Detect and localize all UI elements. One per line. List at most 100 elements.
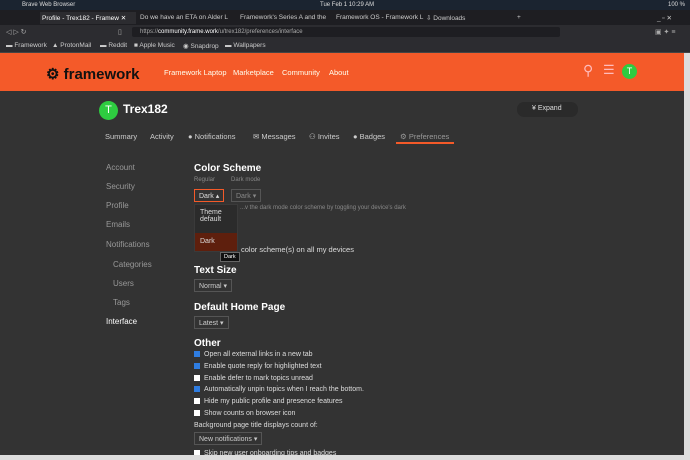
checkbox-icon[interactable] [194,375,200,381]
sidebar-item-interface[interactable]: Interface [106,317,137,326]
tooltip: Dark [220,252,240,262]
select-value: Dark [236,193,251,200]
clock[interactable]: Tue Feb 1 10:29 AM [320,2,374,8]
browser-tab[interactable]: Framework's Series A and the [238,12,328,24]
option-dark[interactable]: Dark [195,233,237,251]
nav-about[interactable]: About [329,68,349,77]
username: Trex182 [123,102,168,116]
tab-label: Messages [261,132,296,141]
url-path: /u/trex182/preferences/interface [217,29,303,35]
bg-title-select[interactable]: New notifications ▾ [194,432,263,445]
dark-mode-label: Dark mode [231,177,261,183]
sidebar-item-account[interactable]: Account [106,163,135,172]
window-controls[interactable]: _ ▫ ✕ [655,12,674,24]
tab-notifications[interactable]: ● Notifications [188,132,235,141]
nav-framework-laptop[interactable]: Framework Laptop [164,68,227,77]
tab-label: Preferences [408,132,450,141]
sidebar-item-notifications[interactable]: Notifications [106,240,150,249]
checkbox-defer[interactable]: Enable defer to mark topics unread [194,375,313,382]
menu-icon[interactable]: ☰ [603,62,615,78]
regular-scheme-select[interactable]: Dark ▴ [194,189,225,202]
select-value: Latest [199,320,219,327]
nav-marketplace[interactable]: Marketplace [233,68,274,77]
checkbox-icon[interactable] [194,398,200,404]
checkbox-icon[interactable] [194,351,200,357]
url-host: community.frame.work [158,29,218,35]
bookmark[interactable]: ■ Apple Music [134,42,175,49]
default-home-heading: Default Home Page [194,302,286,313]
tab-badges[interactable]: ● Badges [353,132,385,141]
framework-logo[interactable]: ⚙ framework [46,65,140,83]
bookmark[interactable]: ▬ Framework [6,42,47,49]
bookmark-label: Reddit [108,42,128,49]
site-header: ⚙ framework Framework Laptop Marketplace… [0,53,684,91]
tab-preferences[interactable]: ⚙ Preferences [400,132,449,141]
user-avatar[interactable]: T [622,64,637,79]
tab-summary[interactable]: Summary [105,132,137,141]
browser-tab[interactable]: Do we have an ETA on Alder L [138,12,230,24]
dark-mode-scheme-select[interactable]: Dark ▾ [231,189,262,202]
other-heading: Other [194,338,221,349]
tab-label: Invites [317,132,340,141]
bookmark[interactable]: ▲ ProtonMail [52,42,91,49]
bookmark[interactable]: ▬ Wallpapers [225,42,266,49]
tab-title: Profile - Trex182 - Framew [42,15,119,22]
status-bar [0,455,690,460]
tab-invites[interactable]: ⚇ Invites [309,132,340,141]
sidebar-item-emails[interactable]: Emails [106,220,130,229]
select-value: Normal [199,283,222,290]
tab-title: Do we have an ETA on Alder L [140,14,229,21]
page-scrollbar[interactable] [684,53,690,455]
bookmark-icon[interactable]: ▯ [118,28,122,36]
text-size-heading: Text Size [194,265,237,276]
expand-label: Expand [537,105,562,112]
extensions-icon[interactable]: ▣ ✦ ≡ [655,28,675,36]
home-page-select[interactable]: Latest ▾ [194,316,229,329]
battery: 100 % [668,2,686,8]
checkbox-browser-counts[interactable]: Show counts on browser icon [194,410,295,417]
checkbox-icon[interactable] [194,410,200,416]
logo-text: framework [63,66,140,83]
browser-tab[interactable]: ⇩ Downloads [424,12,467,24]
tab-activity[interactable]: Activity [150,132,174,141]
back-forward-reload[interactable]: ◁ ▷ ↻ [6,28,27,36]
checkbox-external-links[interactable]: Open all external links in a new tab [194,351,313,358]
scheme-dropdown: Theme default Dark [194,204,238,252]
checkbox-icon[interactable] [194,363,200,369]
bg-title-label: Background page title displays count of: [194,422,318,429]
search-icon[interactable]: ⚲ [583,62,593,79]
tab-strip: Profile - Trex182 - Framew ✕ Do we have … [0,10,690,25]
checkbox-label: Enable quote reply for highlighted text [204,363,322,370]
expand-button[interactable]: ¥ Expand [517,102,578,117]
checkbox-label: Enable defer to mark topics unread [204,375,313,382]
color-scheme-heading: Color Scheme [194,163,262,174]
tab-messages[interactable]: ✉ Messages [253,132,296,141]
tab-title: Framework's Series A and the [240,14,327,21]
profile-avatar: T [99,101,118,120]
checkbox-quote-reply[interactable]: Enable quote reply for highlighted text [194,363,322,370]
tab-label: Notifications [194,132,236,141]
bookmark-label: Snapdrop [190,43,219,50]
checkbox-unpin[interactable]: Automatically unpin topics when I reach … [194,386,364,393]
sidebar-item-profile[interactable]: Profile [106,201,129,210]
checkbox-icon[interactable] [194,386,200,392]
active-app: Brave Web Browser [22,2,76,8]
sidebar-item-security[interactable]: Security [106,182,135,191]
all-devices-label[interactable]: color scheme(s) on all my devices [241,245,354,254]
bookmark[interactable]: ▬ Reddit [100,42,127,49]
browser-tab[interactable]: Framework OS - Framework L [334,12,425,24]
bookmarks-bar: ▬ Framework ▲ ProtonMail ▬ Reddit ■ Appl… [0,39,690,53]
sidebar-item-categories[interactable]: Categories [113,260,152,269]
bookmark[interactable]: ◉ Snapdrop [183,42,219,50]
sidebar-item-tags[interactable]: Tags [113,298,130,307]
checkbox-hide-profile[interactable]: Hide my public profile and presence feat… [194,398,343,405]
text-size-select[interactable]: Normal ▾ [194,279,233,292]
new-tab-button[interactable]: + [515,12,523,24]
option-theme-default[interactable]: Theme default [195,205,237,233]
tab-title: Framework OS - Framework L [336,14,424,21]
address-bar[interactable]: https://community.frame.work/u/trex182/p… [132,27,560,37]
bookmark-label: Wallpapers [233,42,266,49]
sidebar-item-users[interactable]: Users [113,279,134,288]
browser-tab[interactable]: Profile - Trex182 - Framew ✕ [40,12,136,24]
nav-community[interactable]: Community [282,68,320,77]
